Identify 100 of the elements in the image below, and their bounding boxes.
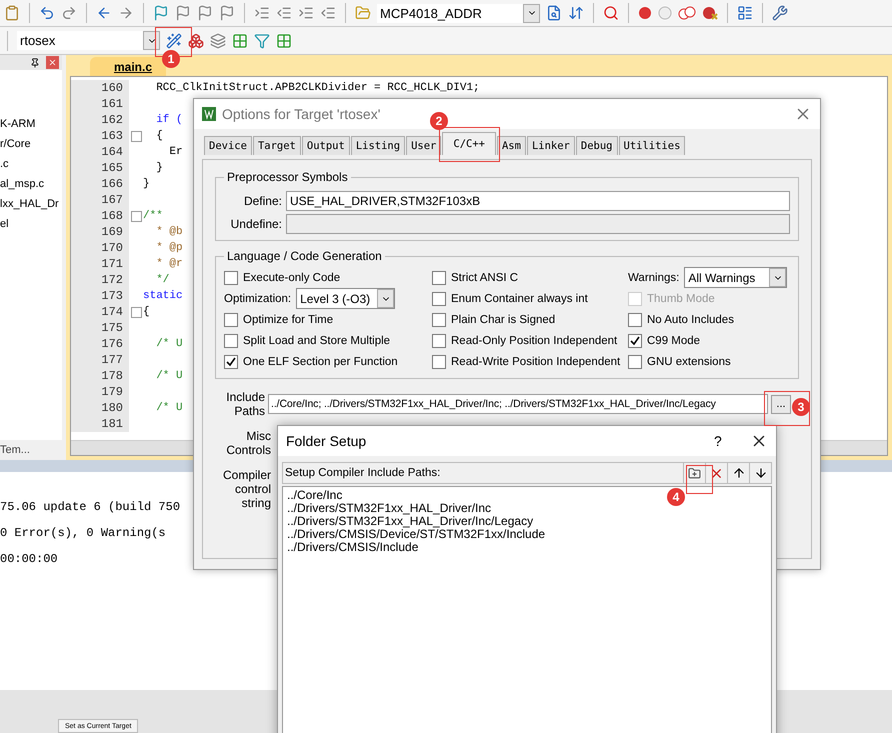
checkbox[interactable] [432, 312, 446, 326]
checkbox-label: Enum Container always int [451, 292, 588, 304]
pin-icon[interactable] [30, 58, 40, 68]
code-line: } [155, 162, 163, 174]
dropdown[interactable]: Level 3 (-O3) [296, 288, 396, 309]
fold-icon[interactable] [130, 210, 142, 222]
checkbox[interactable] [432, 334, 446, 348]
checkbox[interactable] [628, 312, 642, 326]
clipboard-icon[interactable] [4, 5, 20, 21]
grid-icon[interactable] [276, 32, 292, 48]
file-tab[interactable]: main.c [90, 57, 166, 76]
tab[interactable]: Asm [496, 136, 526, 155]
outdent-icon[interactable] [320, 5, 336, 21]
undo-icon[interactable] [39, 5, 55, 21]
checkbox-label: No Auto Includes [647, 314, 734, 326]
arrows-icon[interactable] [568, 5, 584, 21]
project-item[interactable]: K-ARM [0, 118, 36, 130]
wrench-icon[interactable] [772, 5, 788, 21]
line-number: 174 [71, 304, 129, 320]
build-output-line: 75.06 update 6 (build 750 [0, 500, 180, 514]
path-item[interactable]: ../Drivers/STM32F1xx_HAL_Driver/Inc/Legacy [287, 515, 534, 528]
checkbox[interactable] [224, 334, 238, 348]
checkbox-label: Plain Char is Signed [451, 314, 556, 326]
list-header: Setup Compiler Include Paths: [285, 467, 440, 479]
window-icon[interactable] [737, 5, 753, 21]
app-icon [202, 107, 216, 121]
tab[interactable]: Target [252, 136, 301, 155]
fold-icon[interactable] [130, 130, 142, 142]
file-search-icon[interactable] [546, 5, 562, 21]
code-line: Er [168, 146, 183, 158]
flag-icon[interactable] [153, 5, 169, 21]
browse-button[interactable]: ... [771, 394, 791, 414]
checkbox[interactable] [432, 354, 446, 368]
blocks-icon[interactable] [188, 32, 204, 48]
checkbox[interactable] [432, 292, 446, 306]
redo-icon[interactable] [61, 5, 77, 21]
flag-icon[interactable] [197, 5, 213, 21]
templates-tab[interactable]: Tem... [0, 440, 62, 460]
tab[interactable]: Device [204, 136, 252, 155]
project-item[interactable]: lxx_HAL_Dr [0, 198, 59, 210]
project-dropdown[interactable]: rtosex [17, 31, 160, 50]
fold-icon[interactable] [130, 306, 142, 318]
forward-arrow-icon[interactable] [118, 5, 134, 21]
close-button[interactable] [46, 56, 59, 69]
checkbox[interactable] [224, 312, 238, 326]
checkbox-label: Thumb Mode [647, 292, 715, 304]
project-item[interactable]: al_msp.c [0, 178, 44, 190]
search-icon[interactable] [603, 5, 619, 21]
project-item[interactable]: r/Core [0, 138, 31, 150]
highlight-frame [764, 391, 810, 426]
indent-icon[interactable] [298, 5, 314, 21]
flag-icon[interactable] [219, 5, 235, 21]
path-item[interactable]: ../Drivers/CMSIS/Include [287, 541, 418, 554]
line-number: 179 [71, 384, 129, 400]
project-item[interactable]: .c [0, 158, 9, 170]
checkbox[interactable] [628, 334, 642, 348]
path-item[interactable]: ../Drivers/STM32F1xx_HAL_Driver/Inc [287, 502, 492, 515]
path-item[interactable]: ../Core/Inc [287, 489, 342, 502]
tab[interactable]: Listing [350, 136, 406, 155]
code-line: { [155, 130, 163, 142]
back-arrow-icon[interactable] [96, 5, 112, 21]
help-button[interactable]: ? [714, 433, 744, 449]
tab[interactable]: Linker [526, 136, 575, 155]
new-folder-icon [688, 466, 701, 480]
outdent-icon[interactable] [276, 5, 292, 21]
build-output-line: 00:00:00 [0, 552, 58, 566]
line-number: 172 [71, 272, 129, 288]
flag-icon[interactable] [175, 5, 191, 21]
checkbox-label: C99 Mode [647, 334, 700, 346]
line-number: 160 [71, 80, 129, 96]
tab[interactable]: Debug [576, 136, 618, 155]
breakpoint-icon[interactable] [638, 6, 652, 20]
target-dropdown[interactable]: MCP4018_ADDR [377, 4, 540, 22]
line-number: 166 [71, 176, 129, 192]
layers-icon[interactable] [210, 32, 226, 48]
include-paths-field[interactable]: ../Core/Inc; ../Drivers/STM32F1xx_HAL_Driver/Inc; ../Drivers/STM32F1xx_HAL_Driver/Inc/Legacy [268, 394, 768, 414]
line-number: 175 [71, 320, 129, 336]
line-number: 170 [71, 240, 129, 256]
magic-wand-icon[interactable] [166, 32, 182, 48]
funnel-icon[interactable] [254, 32, 270, 48]
checkbox[interactable] [432, 270, 446, 284]
undefine-field[interactable] [286, 214, 790, 234]
tab[interactable]: User [406, 136, 442, 155]
tab[interactable]: Utilities [618, 136, 686, 155]
checkbox[interactable] [628, 354, 642, 368]
grid-icon[interactable] [232, 32, 248, 48]
line-number: 169 [71, 224, 129, 240]
tab[interactable]: C/C++ [442, 132, 496, 155]
circles-icon[interactable] [678, 6, 696, 20]
field-label: Misc Controls [225, 429, 271, 457]
checkbox[interactable] [224, 354, 238, 368]
tab[interactable]: Output [302, 136, 350, 155]
path-item[interactable]: ../Drivers/CMSIS/Device/ST/STM32F1xx/Include [287, 528, 546, 541]
checkbox[interactable] [224, 270, 238, 284]
check-icon [630, 336, 640, 346]
project-item[interactable]: el [0, 218, 9, 230]
breakpoint-icon[interactable] [702, 6, 718, 20]
indent-icon[interactable] [254, 5, 270, 21]
dropdown[interactable]: All Warnings [684, 267, 788, 288]
define-field[interactable]: USE_HAL_DRIVER,STM32F103xB [286, 191, 790, 211]
